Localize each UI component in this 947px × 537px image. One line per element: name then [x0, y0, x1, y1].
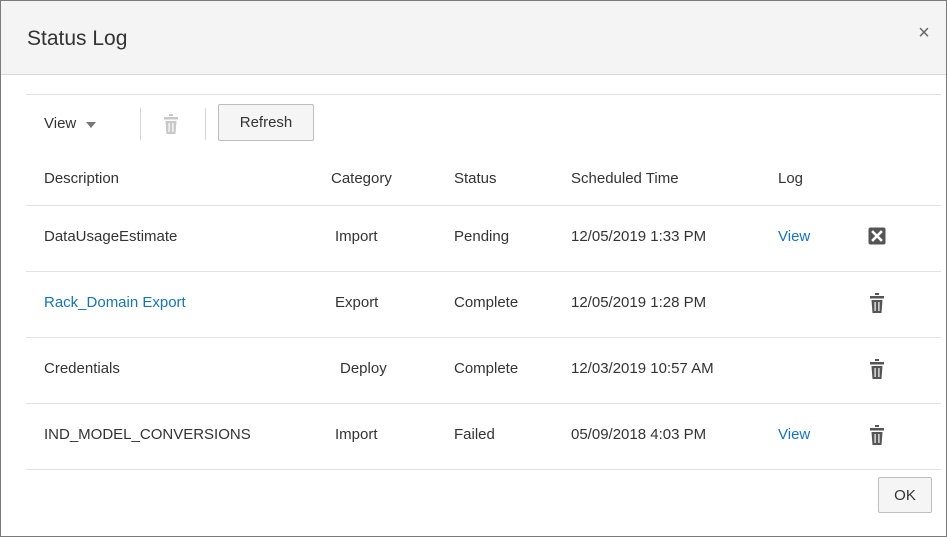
view-menu-label: View [44, 115, 77, 132]
cell-status: Complete [454, 360, 519, 377]
table-row[interactable]: Rack_Domain Export Export Complete 12/05… [26, 272, 941, 338]
table-row[interactable]: DataUsageEstimate Import Pending 12/05/2… [26, 206, 941, 272]
cell-description: IND_MODEL_CONVERSIONS [44, 426, 251, 443]
trash-icon[interactable] [869, 358, 885, 380]
cell-category: Import [335, 426, 378, 443]
cell-scheduled-time: 05/09/2018 4:03 PM [571, 426, 707, 443]
chevron-down-icon [86, 121, 97, 128]
column-header-status[interactable]: Status [454, 170, 497, 187]
table-row[interactable]: IND_MODEL_CONVERSIONS Import Failed 05/0… [26, 404, 941, 470]
ok-button[interactable]: OK [878, 477, 932, 513]
view-log-link[interactable]: View [778, 426, 810, 443]
refresh-button[interactable]: Refresh [218, 104, 314, 141]
trash-icon[interactable] [869, 292, 885, 314]
column-header-log[interactable]: Log [778, 170, 803, 187]
cell-status: Complete [454, 294, 519, 311]
toolbar: View Refresh [26, 95, 941, 151]
close-icon[interactable]: × [914, 23, 934, 43]
cell-status: Failed [454, 426, 495, 443]
column-header-description[interactable]: Description [44, 170, 119, 187]
dialog-header: Status Log × [1, 1, 946, 75]
status-log-panel: View Refresh Description Category Status… [26, 94, 941, 470]
cell-status: Pending [454, 228, 510, 245]
cell-category: Deploy [340, 360, 387, 377]
trash-icon[interactable] [163, 113, 179, 135]
cell-scheduled-time: 12/05/2019 1:28 PM [571, 294, 707, 311]
dialog-title: Status Log [27, 27, 128, 50]
trash-icon[interactable] [869, 424, 885, 446]
cell-scheduled-time: 12/03/2019 10:57 AM [571, 360, 714, 377]
table-header: Description Category Status Scheduled Ti… [26, 151, 941, 206]
cell-category: Import [335, 228, 378, 245]
cell-category: Export [335, 294, 379, 311]
column-header-category[interactable]: Category [331, 170, 392, 187]
toolbar-divider [140, 108, 141, 140]
cell-description: DataUsageEstimate [44, 228, 178, 245]
view-menu-button[interactable]: View [44, 115, 97, 132]
view-log-link[interactable]: View [778, 228, 810, 245]
cell-description: Credentials [44, 360, 120, 377]
cell-scheduled-time: 12/05/2019 1:33 PM [571, 228, 707, 245]
table-row[interactable]: Credentials Deploy Complete 12/03/2019 1… [26, 338, 941, 404]
toolbar-divider [205, 108, 206, 140]
cancel-icon[interactable] [868, 227, 886, 245]
status-log-dialog: Status Log × View Refresh Description Ca… [0, 0, 947, 537]
cell-description-link[interactable]: Rack_Domain Export [44, 294, 186, 311]
column-header-scheduled-time[interactable]: Scheduled Time [571, 170, 679, 187]
